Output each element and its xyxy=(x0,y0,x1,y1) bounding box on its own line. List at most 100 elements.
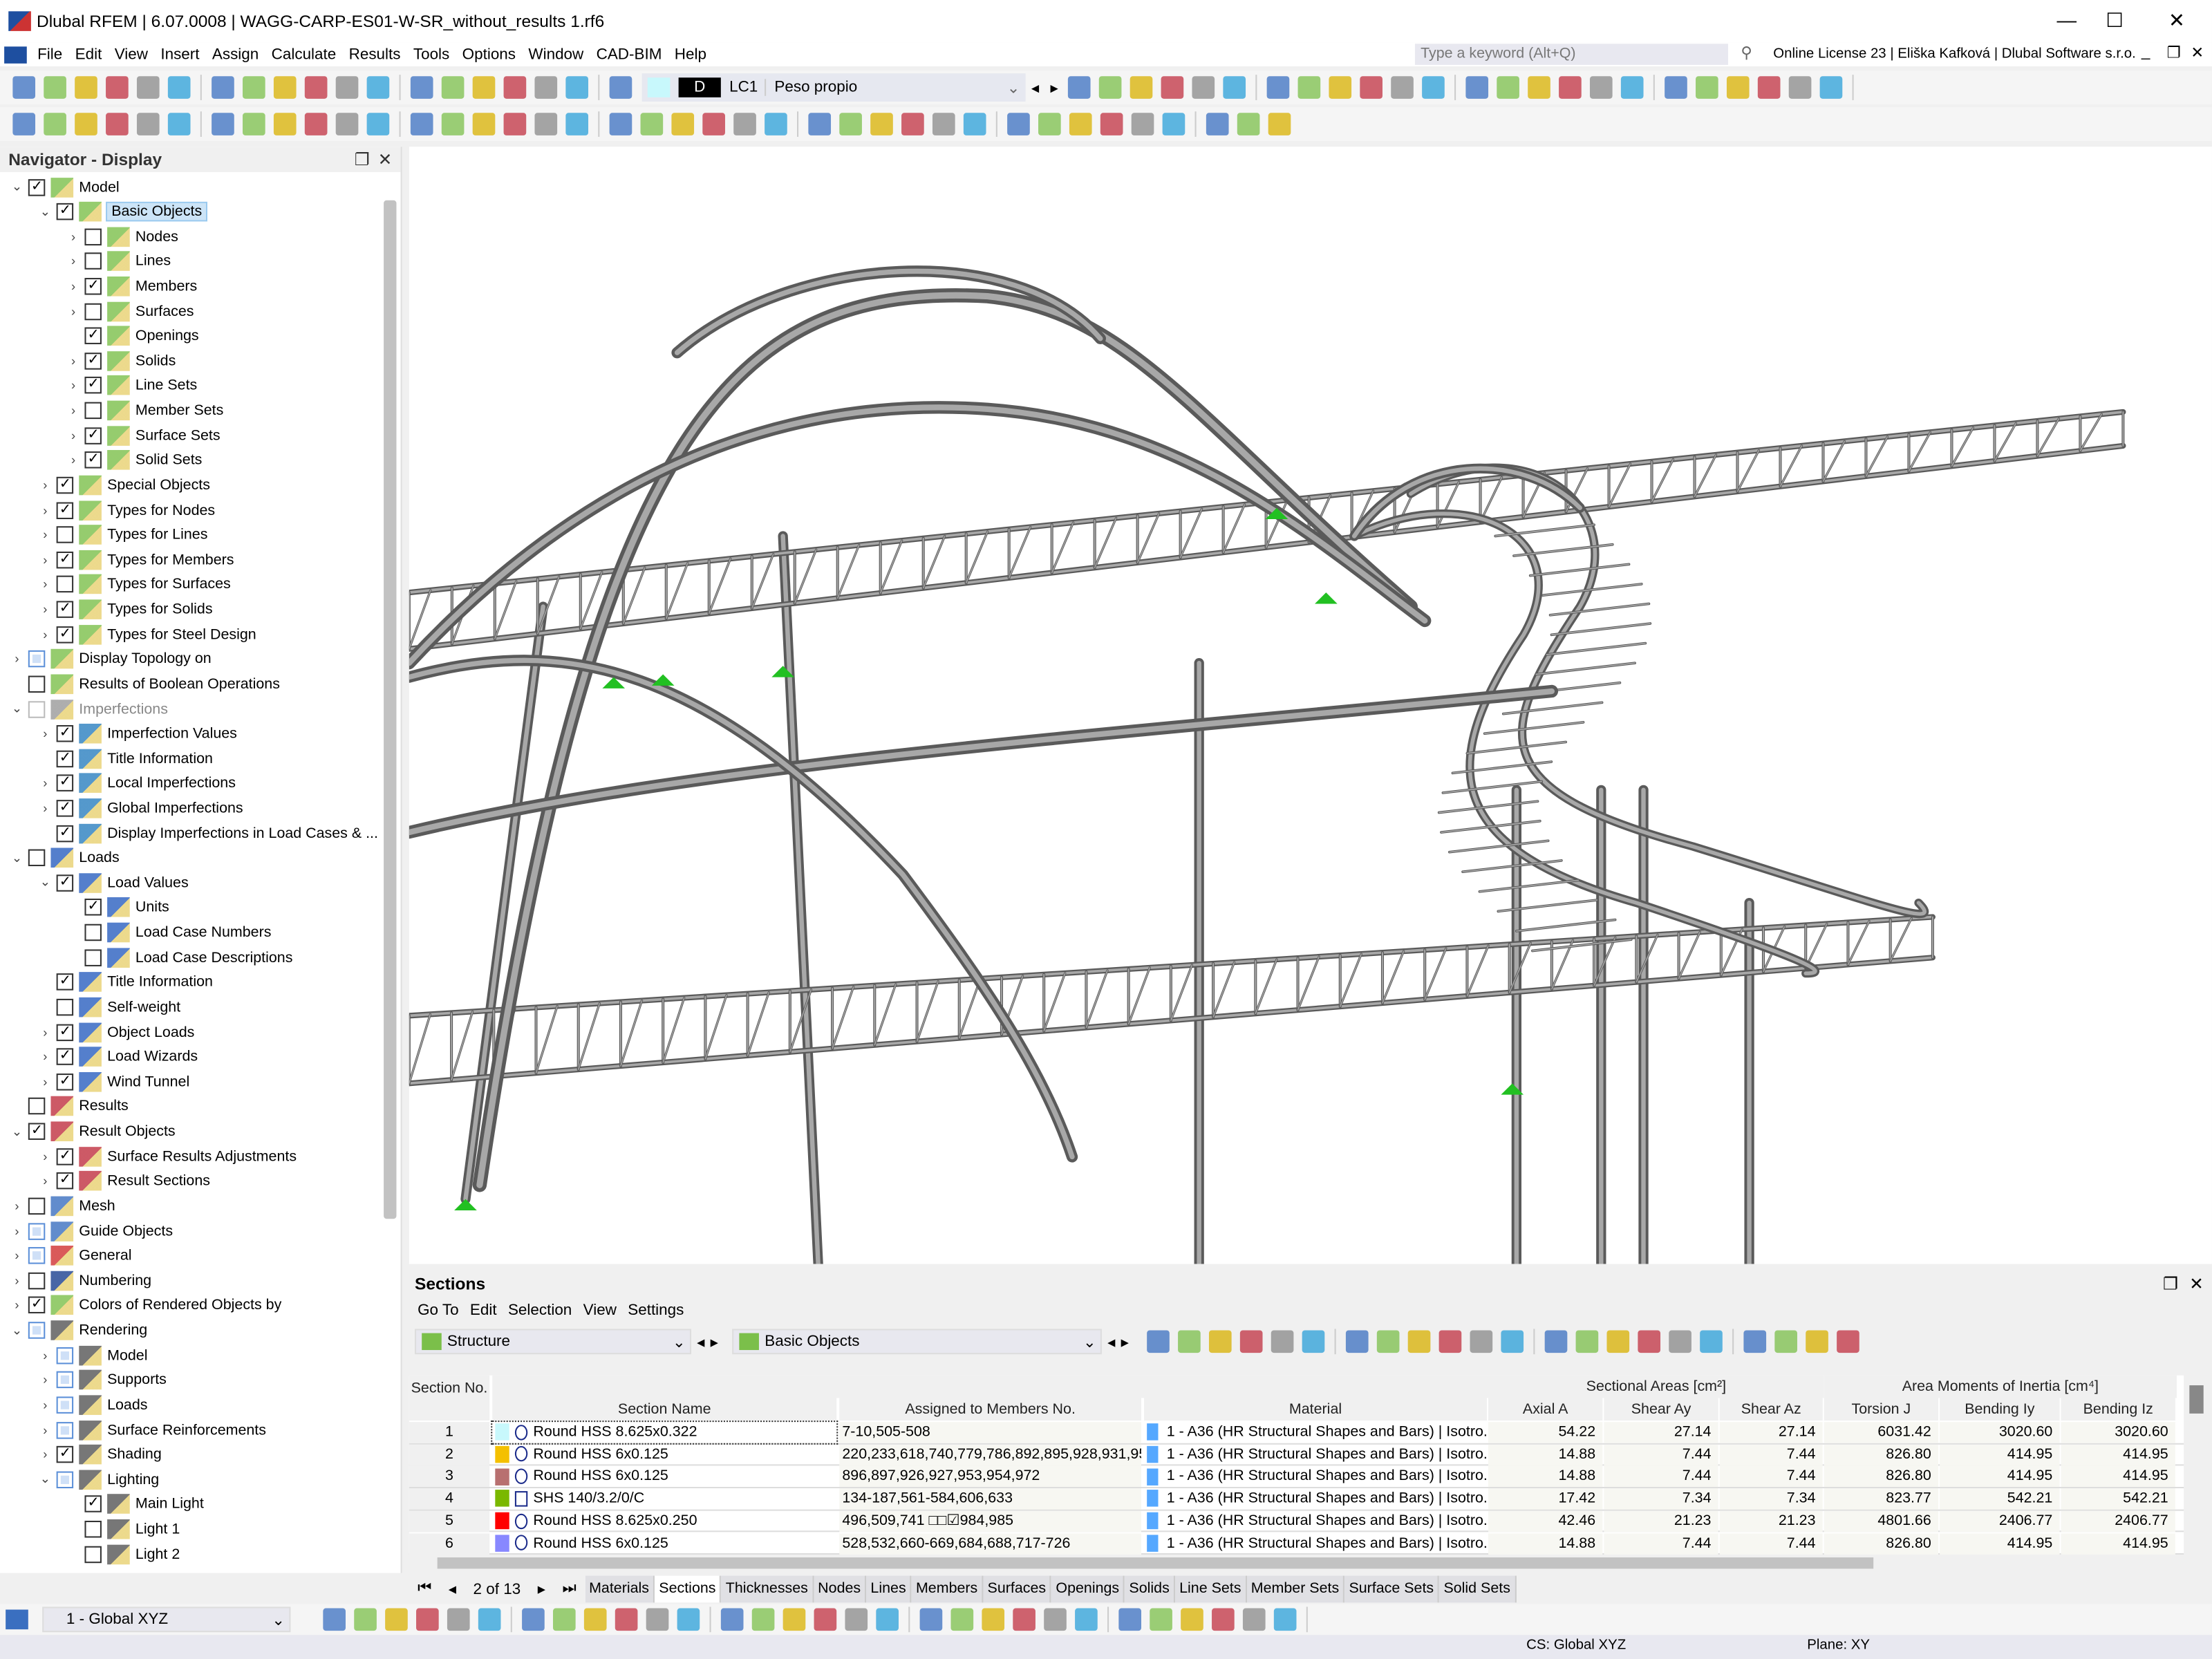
beam-icon[interactable] xyxy=(765,113,787,135)
tree-item[interactable]: › Object Loads xyxy=(37,1020,194,1044)
tree-item[interactable]: › Types for Members xyxy=(37,547,234,572)
menu-calculate[interactable]: Calculate xyxy=(265,46,342,62)
tree-item[interactable]: › Result Sections xyxy=(37,1169,210,1193)
tree-item[interactable]: › Nodes xyxy=(65,225,178,249)
column-header-A[interactable]: Axial A xyxy=(1488,1398,1603,1421)
tree-checkbox[interactable] xyxy=(56,800,74,817)
tree-checkbox[interactable] xyxy=(84,302,102,320)
chevron-down-icon[interactable]: ⌄ xyxy=(8,701,25,716)
tree-item[interactable]: Units xyxy=(65,896,169,920)
values-icon[interactable] xyxy=(1130,76,1153,99)
tree-checkbox[interactable] xyxy=(56,601,74,618)
tree-checkbox[interactable] xyxy=(28,1123,46,1141)
tree-checkbox[interactable] xyxy=(28,850,46,867)
member2-icon[interactable] xyxy=(354,1608,377,1631)
menu-help[interactable]: Help xyxy=(668,46,713,62)
cell-Iy[interactable]: 414.95 xyxy=(1940,1444,2060,1465)
tab-materials[interactable]: Materials xyxy=(584,1575,655,1603)
tree-item[interactable]: ⌄ Imperfections xyxy=(8,697,168,721)
chevron-right-icon[interactable]: › xyxy=(37,801,53,815)
select-table-icon[interactable] xyxy=(1147,1330,1170,1353)
report-icon[interactable] xyxy=(212,76,234,99)
zoom-clear-icon[interactable] xyxy=(1360,76,1383,99)
minimize-button[interactable]: — xyxy=(2045,8,2088,31)
paste-icon[interactable] xyxy=(1346,1330,1369,1353)
chevron-down-icon[interactable]: ⌄ xyxy=(37,1472,53,1487)
column-header-Iy[interactable]: Bending Iy xyxy=(1940,1398,2060,1421)
member-icon[interactable] xyxy=(323,1608,346,1631)
hide-column-icon[interactable] xyxy=(1501,1330,1524,1353)
tree-checkbox[interactable] xyxy=(28,700,46,718)
chevron-right-icon[interactable]: › xyxy=(37,776,53,790)
tree-checkbox[interactable] xyxy=(56,973,74,991)
formula-icon[interactable] xyxy=(1575,1330,1599,1353)
table2-icon[interactable] xyxy=(410,76,433,99)
tree-item[interactable]: ⌄ Result Objects xyxy=(8,1119,176,1143)
tree-item[interactable]: › Shading xyxy=(37,1443,162,1467)
table-row[interactable]: 2 Round HSS 6x0.125 220,233,618,740,779,78… xyxy=(409,1444,2184,1467)
tree-item[interactable]: Results of Boolean Operations xyxy=(8,672,280,696)
cell-members[interactable]: 528,532,660-669,684,688,717-726 xyxy=(839,1533,1142,1554)
surface-support-icon[interactable] xyxy=(167,113,191,135)
edge-snap-icon[interactable] xyxy=(1118,1608,1142,1631)
chevron-right-icon[interactable]: › xyxy=(37,727,53,740)
tab-member-sets[interactable]: Member Sets xyxy=(1246,1575,1345,1603)
library-icon[interactable] xyxy=(1774,1330,1798,1353)
cell-Iz[interactable]: 3020.60 xyxy=(2061,1422,2175,1443)
cell-name[interactable]: Round HSS 8.625x0.250 xyxy=(492,1510,836,1532)
tree-checkbox[interactable] xyxy=(28,675,46,693)
abacus-icon[interactable] xyxy=(1329,76,1352,99)
snap-surface-icon[interactable] xyxy=(1131,113,1154,135)
tree-item[interactable]: › Member Sets xyxy=(65,399,223,423)
surface-icon[interactable] xyxy=(385,1608,408,1631)
node-icon[interactable] xyxy=(416,1608,439,1631)
tree-checkbox[interactable] xyxy=(56,1147,74,1165)
tree-checkbox[interactable] xyxy=(56,576,74,593)
ortho-icon[interactable] xyxy=(982,1608,1005,1631)
star-node-icon[interactable] xyxy=(12,113,36,135)
perp-icon[interactable] xyxy=(1212,1608,1235,1631)
link-icon[interactable] xyxy=(1162,113,1185,135)
menu-cad-bim[interactable]: CAD-BIM xyxy=(590,46,668,62)
section-icon[interactable] xyxy=(1757,76,1781,99)
column-header-Ay[interactable]: Shear Ay xyxy=(1604,1398,1718,1421)
tree-item[interactable]: › Surface Reinforcements xyxy=(37,1418,266,1442)
cell-J[interactable]: 4801.66 xyxy=(1824,1510,1939,1532)
load-display-icon[interactable] xyxy=(1161,76,1184,99)
chevron-down-icon[interactable]: ⌄ xyxy=(1007,78,1020,96)
tab-surface-sets[interactable]: Surface Sets xyxy=(1344,1575,1440,1603)
tree-checkbox[interactable] xyxy=(56,526,74,544)
tangent-icon[interactable] xyxy=(1242,1608,1266,1631)
hinge-icon[interactable] xyxy=(522,1608,545,1631)
cell-Ay[interactable]: 21.23 xyxy=(1604,1510,1718,1532)
report-icon[interactable] xyxy=(1700,1330,1723,1353)
tree-item[interactable]: › Members xyxy=(65,274,197,299)
line-icon[interactable] xyxy=(615,1608,638,1631)
node-snap-icon[interactable] xyxy=(1075,1608,1098,1631)
select-model-icon[interactable] xyxy=(1178,1330,1201,1353)
tree-item[interactable]: › Types for Steel Design xyxy=(37,622,256,646)
hinge-icon[interactable] xyxy=(212,113,234,135)
cell-Az[interactable]: 7.44 xyxy=(1719,1466,1823,1488)
table-icon[interactable] xyxy=(366,76,390,99)
arc-icon[interactable] xyxy=(646,1608,669,1631)
truss3-icon[interactable] xyxy=(870,113,893,135)
tree-checkbox[interactable] xyxy=(56,551,74,569)
chevron-right-icon[interactable]: › xyxy=(37,1174,53,1188)
chevron-right-icon[interactable]: › xyxy=(65,379,82,393)
tab-solid-sets[interactable]: Solid Sets xyxy=(1439,1575,1517,1603)
export-icon[interactable] xyxy=(1438,1330,1462,1353)
snap-line-icon[interactable] xyxy=(1100,113,1123,135)
chevron-right-icon[interactable]: › xyxy=(37,1447,53,1461)
cell-Ay[interactable]: 7.44 xyxy=(1604,1533,1718,1554)
tree-checkbox[interactable] xyxy=(84,377,102,395)
line-set-icon[interactable] xyxy=(609,113,632,135)
tree-checkbox[interactable] xyxy=(28,1098,46,1116)
tree-item[interactable]: › General xyxy=(8,1244,132,1268)
menu-selection[interactable]: Selection xyxy=(503,1302,578,1319)
fork-icon[interactable] xyxy=(702,113,725,135)
help-icon[interactable] xyxy=(1837,1330,1860,1353)
table-row[interactable]: 1 Round HSS 8.625x0.322 7-10,505-508 1 - A3… xyxy=(409,1421,2184,1445)
close-navigator-icon[interactable]: ✕ xyxy=(378,147,393,172)
column-header-material[interactable]: Material xyxy=(1144,1398,1488,1421)
